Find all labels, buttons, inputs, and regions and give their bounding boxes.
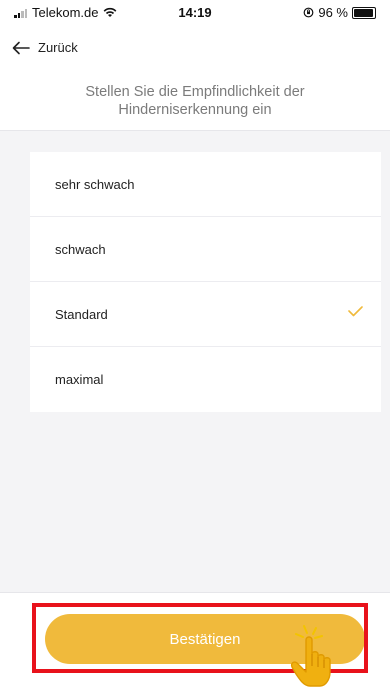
option-schwach[interactable]: schwach: [30, 217, 381, 282]
orientation-lock-icon: [303, 7, 314, 18]
option-label: maximal: [55, 372, 104, 387]
option-sehr-schwach[interactable]: sehr schwach: [30, 152, 381, 217]
checkmark-icon: [348, 306, 363, 317]
option-label: Standard: [55, 306, 108, 322]
option-standard[interactable]: Standard: [30, 282, 381, 347]
battery-percentage: 96 %: [318, 5, 348, 20]
tap-hand-icon: [290, 625, 331, 687]
back-label: Zurück: [38, 40, 78, 55]
battery-icon: [352, 6, 376, 19]
sensitivity-options-list: sehr schwach schwach Standard maximal: [30, 152, 381, 412]
status-bar: Telekom.de 14:19 96 %: [0, 0, 390, 26]
arrow-left-icon: [12, 41, 30, 54]
page-title: Stellen Sie die Empfindlichkeit der Hind…: [85, 84, 305, 118]
status-right: 96 %: [303, 5, 376, 20]
option-label: schwach: [55, 241, 106, 257]
back-button[interactable]: Zurück: [12, 40, 78, 55]
header: Zurück Stellen Sie die Empfindlichkeit d…: [0, 26, 390, 131]
option-maximal[interactable]: maximal: [30, 347, 381, 412]
option-label: sehr schwach: [55, 176, 135, 192]
